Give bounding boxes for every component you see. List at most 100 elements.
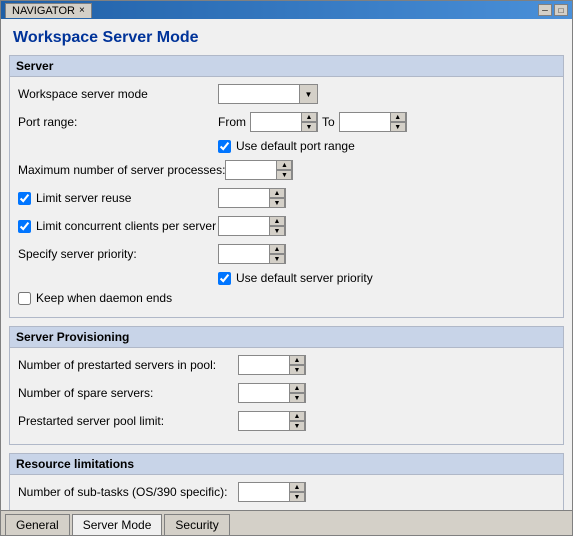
port-to-spinner: 0 ▲ ▼ — [339, 112, 407, 132]
limit-server-reuse-checkbox[interactable] — [18, 192, 31, 205]
bottom-tabs: General Server Mode Security — [1, 510, 572, 535]
max-server-processes-input[interactable]: 0 — [226, 161, 276, 179]
limit-server-reuse-spinner: 50 ▲ ▼ — [218, 188, 286, 208]
provisioning-section-body: Number of prestarted servers in pool: 0 … — [10, 348, 563, 444]
keep-daemon-checkbox[interactable] — [18, 292, 31, 305]
port-to-down[interactable]: ▼ — [390, 122, 406, 132]
port-range-label: Port range: — [18, 115, 218, 129]
port-from-buttons: ▲ ▼ — [301, 112, 317, 132]
specify-priority-row: Specify server priority: 0 ▲ ▼ — [18, 243, 555, 265]
port-from-down[interactable]: ▼ — [301, 122, 317, 132]
workspace-server-mode-label: Workspace server mode — [18, 87, 218, 101]
limit-concurrent-checkbox[interactable] — [18, 220, 31, 233]
pool-limit-up[interactable]: ▲ — [289, 411, 305, 421]
limit-concurrent-spinner: 0 ▲ ▼ — [218, 216, 286, 236]
subtasks-buttons: ▲ ▼ — [289, 482, 305, 502]
prestarted-spinner: 0 ▲ ▼ — [238, 355, 306, 375]
prestarted-up[interactable]: ▲ — [289, 355, 305, 365]
workspace-server-mode-arrow[interactable]: ▼ — [300, 84, 318, 104]
port-range-inputs: From 0 ▲ ▼ To 0 ▲ — [218, 112, 407, 132]
pool-limit-down[interactable]: ▼ — [289, 421, 305, 431]
main-window: NAVIGATOR × ─ □ Workspace Server Mode Se… — [0, 0, 573, 536]
resources-section-body: Number of sub-tasks (OS/390 specific): 0… — [10, 475, 563, 510]
port-to-input[interactable]: 0 — [340, 113, 390, 131]
use-default-port-row: Use default port range — [218, 139, 555, 153]
content-area: Server Workspace server mode ▼ Port rang… — [1, 55, 572, 510]
limit-server-reuse-input[interactable]: 50 — [219, 189, 269, 207]
spare-servers-row: Number of spare servers: 0 ▲ ▼ — [18, 382, 555, 404]
navigator-tab[interactable]: NAVIGATOR × — [5, 3, 92, 18]
use-default-port-checkbox[interactable] — [218, 140, 231, 153]
prestarted-buttons: ▲ ▼ — [289, 355, 305, 375]
max-server-processes-label: Maximum number of server processes: — [18, 163, 225, 177]
use-default-priority-row: Use default server priority — [218, 271, 555, 285]
tab-server-mode[interactable]: Server Mode — [72, 514, 163, 535]
workspace-server-mode-dropdown-container: ▼ — [218, 84, 318, 104]
subtasks-up[interactable]: ▲ — [289, 482, 305, 492]
minimize-button[interactable]: ─ — [538, 4, 552, 16]
port-from-spinner: 0 ▲ ▼ — [250, 112, 318, 132]
pool-limit-input[interactable]: 0 — [239, 412, 289, 430]
spare-servers-label: Number of spare servers: — [18, 386, 238, 400]
spare-servers-buttons: ▲ ▼ — [289, 383, 305, 403]
limit-server-reuse-label: Limit server reuse — [36, 191, 131, 205]
tab-security[interactable]: Security — [164, 514, 229, 535]
server-section-header: Server — [10, 56, 563, 77]
limit-concurrent-input[interactable]: 0 — [219, 217, 269, 235]
spare-servers-spinner: 0 ▲ ▼ — [238, 383, 306, 403]
prestarted-down[interactable]: ▼ — [289, 365, 305, 375]
subtasks-row: Number of sub-tasks (OS/390 specific): 0… — [18, 481, 555, 503]
page-title: Workspace Server Mode — [1, 19, 572, 55]
max-server-processes-row: Maximum number of server processes: 0 ▲ … — [18, 159, 555, 181]
spare-servers-down[interactable]: ▼ — [289, 393, 305, 403]
max-server-processes-up[interactable]: ▲ — [276, 160, 292, 170]
keep-daemon-row: Keep when daemon ends — [18, 291, 555, 305]
specify-priority-label: Specify server priority: — [18, 247, 218, 261]
resources-section: Resource limitations Number of sub-tasks… — [9, 453, 564, 510]
to-label: To — [322, 115, 335, 129]
pool-limit-row: Prestarted server pool limit: 0 ▲ ▼ — [18, 410, 555, 432]
titlebar: NAVIGATOR × ─ □ — [1, 1, 572, 19]
prestarted-input[interactable]: 0 — [239, 356, 289, 374]
limit-server-reuse-up[interactable]: ▲ — [269, 188, 285, 198]
limit-concurrent-row: Limit concurrent clients per server 0 ▲ … — [18, 215, 555, 237]
spare-servers-input[interactable]: 0 — [239, 384, 289, 402]
port-range-row: Port range: From 0 ▲ ▼ To 0 — [18, 111, 555, 133]
pool-limit-label: Prestarted server pool limit: — [18, 414, 238, 428]
spare-servers-up[interactable]: ▲ — [289, 383, 305, 393]
limit-concurrent-up[interactable]: ▲ — [269, 216, 285, 226]
use-default-port-label: Use default port range — [236, 139, 355, 153]
workspace-server-mode-input[interactable] — [218, 84, 300, 104]
prestarted-row: Number of prestarted servers in pool: 0 … — [18, 354, 555, 376]
port-from-up[interactable]: ▲ — [301, 112, 317, 122]
subtasks-spinner: 0 ▲ ▼ — [238, 482, 306, 502]
specify-priority-up[interactable]: ▲ — [269, 244, 285, 254]
max-server-processes-down[interactable]: ▼ — [276, 170, 292, 180]
limit-concurrent-down[interactable]: ▼ — [269, 226, 285, 236]
use-default-priority-label: Use default server priority — [236, 271, 373, 285]
from-label: From — [218, 115, 246, 129]
subtasks-input[interactable]: 0 — [239, 483, 289, 501]
port-to-up[interactable]: ▲ — [390, 112, 406, 122]
provisioning-section-header: Server Provisioning — [10, 327, 563, 348]
maximize-button[interactable]: □ — [554, 4, 568, 16]
window-controls: ─ □ — [538, 4, 568, 16]
port-from-input[interactable]: 0 — [251, 113, 301, 131]
subtasks-down[interactable]: ▼ — [289, 492, 305, 502]
specify-priority-down[interactable]: ▼ — [269, 254, 285, 264]
tab-general[interactable]: General — [5, 514, 70, 535]
use-default-priority-checkbox[interactable] — [218, 272, 231, 285]
port-to-buttons: ▲ ▼ — [390, 112, 406, 132]
specify-priority-input[interactable]: 0 — [219, 245, 269, 263]
limit-server-reuse-buttons: ▲ ▼ — [269, 188, 285, 208]
specify-priority-buttons: ▲ ▼ — [269, 244, 285, 264]
workspace-server-mode-row: Workspace server mode ▼ — [18, 83, 555, 105]
server-section-body: Workspace server mode ▼ Port range: From… — [10, 77, 563, 317]
subtasks-label: Number of sub-tasks (OS/390 specific): — [18, 485, 238, 499]
max-server-processes-buttons: ▲ ▼ — [276, 160, 292, 180]
specify-priority-spinner: 0 ▲ ▼ — [218, 244, 286, 264]
navigator-tab-close[interactable]: × — [79, 5, 85, 16]
limit-concurrent-label: Limit concurrent clients per server — [36, 219, 216, 233]
provisioning-section: Server Provisioning Number of prestarted… — [9, 326, 564, 445]
limit-server-reuse-down[interactable]: ▼ — [269, 198, 285, 208]
